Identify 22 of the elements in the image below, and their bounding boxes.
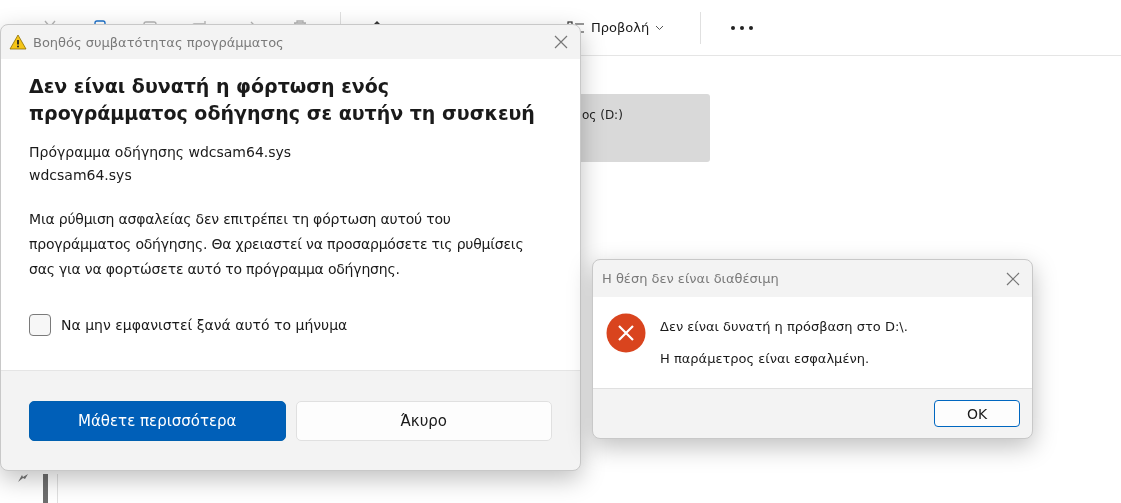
driver-name: Πρόγραμμα οδήγησης wdcsam64.sys bbox=[29, 143, 293, 162]
error-icon bbox=[606, 313, 646, 353]
more-icon[interactable] bbox=[731, 25, 754, 30]
checkbox[interactable] bbox=[29, 314, 51, 336]
close-icon bbox=[1006, 271, 1020, 286]
chevron-down-icon bbox=[655, 24, 665, 31]
driver-name: wdcsam64.sys bbox=[29, 166, 133, 185]
checkbox-label[interactable]: Να μην εμφανιστεί ξανά αυτό το μήνυμα bbox=[61, 317, 348, 333]
drive-tile[interactable]: ος (D:) bbox=[580, 94, 710, 162]
pin-icon bbox=[16, 473, 30, 483]
ok-button[interactable]: OK bbox=[934, 400, 1020, 427]
window-title: Βοηθός συμβατότητας προγράμματος bbox=[33, 34, 285, 50]
window-title: Η θέση δεν είναι διαθέσιμη bbox=[602, 271, 780, 286]
scrollbar-thumb[interactable] bbox=[43, 474, 48, 503]
cancel-button[interactable]: Άκυρο bbox=[295, 401, 552, 441]
error-message: Δεν είναι δυνατή η πρόσβαση στο D:\. bbox=[660, 319, 908, 334]
dialog-message: Μια ρύθμιση ασφαλείας δεν επιτρέπει τη φόρτωση αυτού του προγράμματος οδήγησης. Θα χρειαστεί να προσαρμόσετε τις ρυθμίσεις σας για να φορτώσετε αυτό το πρόγραμμα οδήγησης. bbox=[29, 210, 525, 279]
error-message: Η παράμετρος είναι εσφαλμένη. bbox=[660, 351, 871, 366]
close-icon bbox=[554, 35, 568, 49]
learn-more-button[interactable]: Μάθετε περισσότερα bbox=[29, 401, 286, 441]
dialog-heading: Δεν είναι δυνατή η φόρτωση ενός προγράμματος οδήγησης σε αυτήν τη συσκευή bbox=[29, 74, 536, 126]
warning-icon bbox=[9, 34, 27, 50]
